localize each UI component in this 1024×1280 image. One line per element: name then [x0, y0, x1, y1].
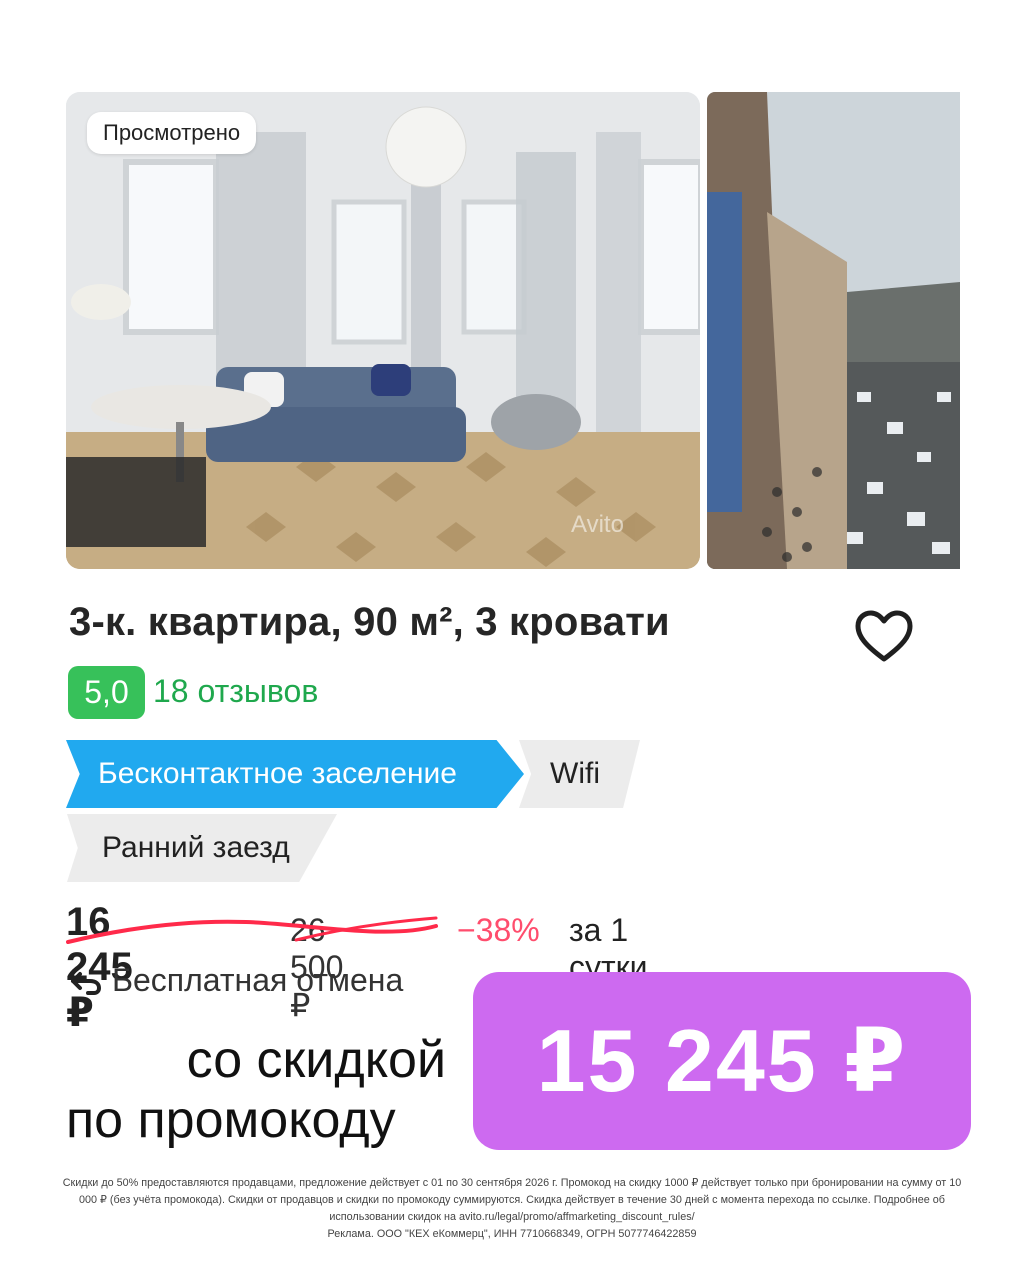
free-cancellation: Бесплатная отмена — [70, 962, 403, 999]
reviews-link[interactable]: 18 отзывов — [153, 673, 318, 710]
disclaimer-text: Скидки до 50% предоставляются продавцами… — [62, 1177, 962, 1223]
ad-label: Реклама. ООО "КЕХ еКоммерц", ИНН 7710668… — [327, 1228, 697, 1240]
tag-early-checkin: Ранний заезд — [67, 814, 337, 882]
avito-watermark: Avito — [571, 511, 624, 538]
promo-price: 15 245 ₽ — [536, 1011, 908, 1110]
promo-price-badge[interactable]: 15 245 ₽ — [473, 972, 971, 1150]
legal-disclaimer: Скидки до 50% предоставляются продавцами… — [62, 1175, 962, 1243]
tag-wifi: Wifi — [519, 740, 640, 808]
heart-icon[interactable] — [853, 609, 915, 665]
street-photo-illustration — [707, 92, 960, 569]
promo-line-1: со скидкой — [186, 1031, 446, 1089]
room-photo-illustration: Avito — [66, 92, 700, 569]
listing-title[interactable]: 3-к. квартира, 90 м², 3 кровати — [69, 600, 670, 645]
rating-badge: 5,0 — [68, 666, 145, 719]
photo-gallery[interactable]: Avito Просмотрено — [66, 92, 960, 569]
promo-caption: со скидкой по промокоду — [66, 1030, 446, 1150]
main-photo[interactable]: Avito Просмотрено — [66, 92, 700, 569]
undo-arrow-icon — [71, 971, 102, 995]
viewed-badge: Просмотрено — [87, 112, 257, 154]
secondary-photo[interactable] — [707, 92, 960, 569]
free-cancellation-label: Бесплатная отмена — [112, 962, 404, 998]
tag-contactless-checkin: Бесконтактное заселение — [66, 740, 524, 808]
discount-percent: −38% — [457, 912, 540, 948]
promo-line-2: по промокоду — [66, 1091, 396, 1149]
